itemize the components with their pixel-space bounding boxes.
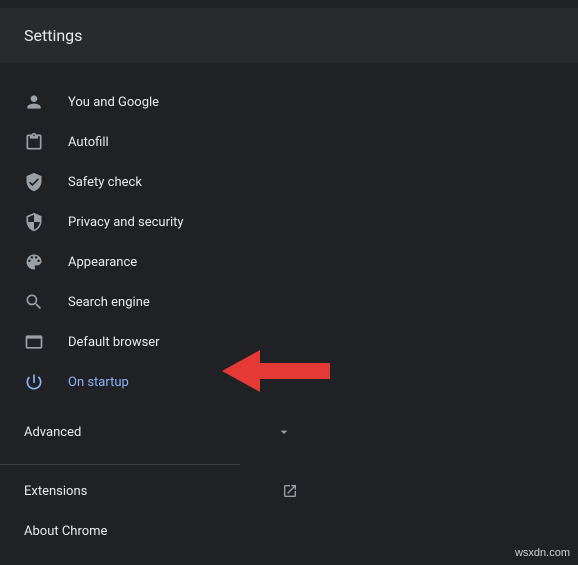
person-icon: [24, 92, 44, 112]
shield-check-icon: [24, 172, 44, 192]
nav-item-on-startup[interactable]: On startup: [0, 362, 578, 402]
power-icon: [24, 372, 44, 392]
browser-icon: [24, 332, 44, 352]
external-link-icon: [282, 483, 298, 499]
clipboard-icon: [24, 132, 44, 152]
nav-item-appearance[interactable]: Appearance: [0, 242, 578, 282]
about-chrome-label: About Chrome: [24, 524, 107, 539]
advanced-label: Advanced: [24, 425, 81, 440]
shield-icon: [24, 212, 44, 232]
nav-item-privacy-security[interactable]: Privacy and security: [0, 202, 578, 242]
window-topbar: [0, 0, 578, 8]
advanced-toggle[interactable]: Advanced: [0, 412, 578, 452]
nav-list: You and Google Autofill Safety check Pri…: [0, 64, 578, 402]
nav-label: Autofill: [68, 135, 109, 150]
nav-label: You and Google: [68, 95, 159, 110]
nav-label: Safety check: [68, 175, 142, 190]
page-title: Settings: [24, 26, 82, 45]
nav-item-search-engine[interactable]: Search engine: [0, 282, 578, 322]
nav-label: Search engine: [68, 295, 150, 310]
extensions-label: Extensions: [24, 484, 87, 499]
nav-item-you-and-google[interactable]: You and Google: [0, 82, 578, 122]
nav-item-safety-check[interactable]: Safety check: [0, 162, 578, 202]
search-icon: [24, 292, 44, 312]
nav-label: Default browser: [68, 335, 160, 350]
nav-label: Appearance: [68, 255, 137, 270]
settings-sidebar: You and Google Autofill Safety check Pri…: [0, 64, 578, 565]
watermark: wsxdn.com: [515, 547, 570, 559]
nav-item-default-browser[interactable]: Default browser: [0, 322, 578, 362]
chevron-down-icon: [276, 424, 292, 440]
nav-label: On startup: [68, 375, 129, 390]
settings-header: Settings: [0, 8, 578, 64]
palette-icon: [24, 252, 44, 272]
nav-item-extensions[interactable]: Extensions: [0, 471, 578, 511]
nav-item-about-chrome[interactable]: About Chrome: [0, 511, 578, 551]
nav-label: Privacy and security: [68, 215, 184, 230]
divider: [0, 464, 240, 465]
nav-item-autofill[interactable]: Autofill: [0, 122, 578, 162]
